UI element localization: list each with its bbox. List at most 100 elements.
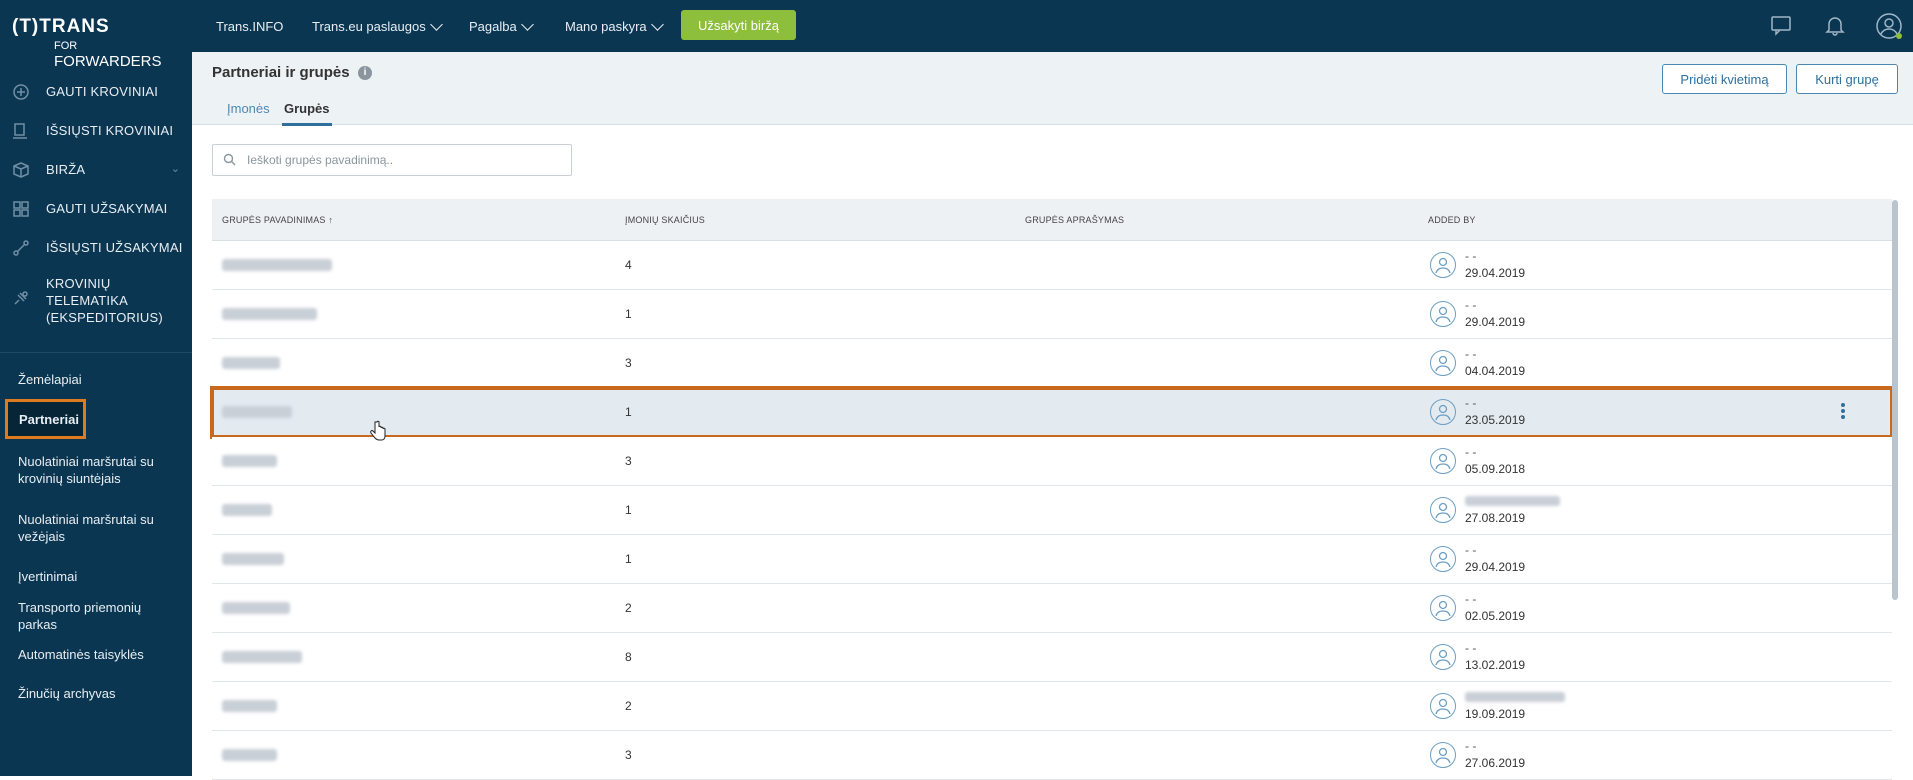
table-row[interactable]: 1 - - 29.04.2019 bbox=[212, 535, 1892, 584]
sidebar-item-zemelapiai[interactable]: Žemėlapiai bbox=[0, 360, 192, 399]
grid-icon bbox=[10, 198, 32, 220]
added-date: 04.04.2019 bbox=[1465, 364, 1526, 378]
top-navigation-bar: Trans.INFO Trans.eu paslaugos Pagalba Ma… bbox=[192, 0, 1913, 52]
group-name-redacted bbox=[222, 651, 302, 663]
added-date: 02.05.2019 bbox=[1465, 609, 1526, 623]
user-account-icon[interactable] bbox=[1875, 12, 1903, 40]
column-header-description[interactable]: GRUPĖS APRAŠYMAS bbox=[1025, 215, 1124, 225]
group-name-redacted bbox=[222, 504, 272, 516]
tab-imones[interactable]: Įmonės bbox=[227, 101, 270, 123]
hand-cursor-icon bbox=[370, 420, 386, 441]
page-header: Partneriai ir grupės i Įmonės Grupės Pri… bbox=[192, 52, 1913, 126]
sidebar-main-nav: GAUTI KROVINIAI IŠSIŲSTI KROVINIAI BIRŽA… bbox=[0, 72, 192, 347]
company-count: 2 bbox=[625, 699, 632, 713]
company-count: 1 bbox=[625, 405, 632, 419]
chevron-down-icon bbox=[650, 17, 664, 31]
tab-grupes[interactable]: Grupės bbox=[282, 101, 332, 126]
company-count: 1 bbox=[625, 307, 632, 321]
added-by-name: - - bbox=[1465, 592, 1477, 606]
company-count: 1 bbox=[625, 552, 632, 566]
column-header-company-count[interactable]: ĮMONIŲ SKAIČIUS bbox=[625, 215, 705, 225]
sidebar-item-label: GAUTI KROVINIAI bbox=[46, 84, 159, 99]
sidebar-item-partneriai[interactable]: Partneriai bbox=[5, 399, 86, 439]
column-header-group-name[interactable]: GRUPĖS PAVADINIMAS ↑ bbox=[222, 215, 333, 225]
create-group-button[interactable]: Kurti grupę bbox=[1796, 64, 1898, 94]
table-row[interactable]: 1 27.08.2019 bbox=[212, 486, 1892, 535]
logo-bottom: FOR FORWARDERS bbox=[54, 36, 182, 70]
sidebar-item-gauti-uzsakymai[interactable]: GAUTI UŽSAKYMAI bbox=[0, 189, 192, 228]
table-row[interactable]: 1 - - 29.04.2019 bbox=[212, 290, 1892, 339]
added-by-name: - - bbox=[1465, 347, 1477, 361]
nav-trans-info[interactable]: Trans.INFO bbox=[216, 0, 283, 52]
chat-icon[interactable] bbox=[1770, 14, 1794, 38]
added-date: 13.02.2019 bbox=[1465, 658, 1526, 672]
chevron-down-icon bbox=[520, 17, 534, 31]
user-avatar-icon bbox=[1430, 595, 1456, 621]
group-name-redacted bbox=[222, 553, 284, 565]
groups-table: GRUPĖS PAVADINIMAS ↑ ĮMONIŲ SKAIČIUS GRU… bbox=[210, 199, 1894, 780]
added-by-name: - - bbox=[1465, 298, 1477, 312]
logo-top: (T)TRANS bbox=[12, 16, 110, 37]
cargo-out-icon bbox=[10, 120, 32, 142]
user-avatar-icon bbox=[1430, 693, 1456, 719]
bell-icon[interactable] bbox=[1824, 14, 1848, 38]
table-row[interactable]: 8 - - 13.02.2019 bbox=[212, 633, 1892, 682]
column-header-added-by[interactable]: ADDED BY bbox=[1428, 215, 1476, 225]
nav-help[interactable]: Pagalba bbox=[469, 0, 534, 52]
sidebar-item-birza[interactable]: BIRŽA ⌄ bbox=[0, 150, 192, 189]
sidebar-item-automatines-taisykles[interactable]: Automatinės taisyklės bbox=[0, 635, 192, 674]
company-count: 3 bbox=[625, 454, 632, 468]
chevron-down-icon: ⌄ bbox=[170, 163, 180, 175]
info-icon[interactable]: i bbox=[358, 66, 372, 80]
row-menu-icon[interactable] bbox=[1840, 402, 1846, 422]
table-row[interactable]: 3 - - 27.06.2019 bbox=[212, 731, 1892, 780]
page-title: Partneriai ir grupės bbox=[212, 64, 350, 81]
added-by-name: - - bbox=[1465, 641, 1477, 655]
added-date: 29.04.2019 bbox=[1465, 560, 1526, 574]
nav-label: Trans.eu paslaugos bbox=[312, 18, 426, 34]
sidebar-item-issiusti-uzsakymai[interactable]: IŠSIŲSTI UŽSAKYMAI bbox=[0, 228, 192, 267]
company-count: 1 bbox=[625, 503, 632, 517]
nav-trans-eu-services[interactable]: Trans.eu paslaugos bbox=[312, 0, 443, 52]
company-count: 4 bbox=[625, 258, 632, 272]
send-orders-icon bbox=[10, 237, 32, 259]
added-by-name: - - bbox=[1465, 396, 1477, 410]
sidebar-item-marsrutai-vezejai[interactable]: Nuolatiniai maršrutai su vežėjais bbox=[0, 499, 192, 557]
table-row[interactable]: 2 - - 02.05.2019 bbox=[212, 584, 1892, 633]
table-row[interactable]: 2 19.09.2019 bbox=[212, 682, 1892, 731]
added-by-name: - - bbox=[1465, 543, 1477, 557]
sidebar-item-telematika[interactable]: KROVINIŲ TELEMATIKA (EKSPEDITORIUS) bbox=[0, 267, 192, 347]
added-by-redacted bbox=[1465, 692, 1565, 702]
logo[interactable]: (T)TRANS FOR FORWARDERS bbox=[12, 16, 182, 70]
added-by-redacted bbox=[1465, 496, 1560, 506]
sidebar-item-issiusti-kroviniai[interactable]: IŠSIŲSTI KROVINIAI bbox=[0, 111, 192, 150]
logo-prefix: FOR bbox=[54, 40, 78, 52]
table-row[interactable]: 3 - - 05.09.2018 bbox=[212, 437, 1892, 486]
table-body: 4 - - 29.04.2019 1 - - 29.04.2019 3 - - 04.04.20… bbox=[210, 241, 1894, 780]
group-name-redacted bbox=[222, 308, 317, 320]
table-row[interactable]: 4 - - 29.04.2019 bbox=[212, 241, 1892, 290]
table-scrollbar[interactable] bbox=[1892, 200, 1898, 600]
user-avatar-icon bbox=[1430, 252, 1456, 278]
added-date: 19.09.2019 bbox=[1465, 707, 1526, 721]
sidebar-item-label: IŠSIŲSTI UŽSAKYMAI bbox=[46, 240, 183, 255]
nav-my-account[interactable]: Mano paskyra bbox=[565, 0, 664, 52]
sidebar-item-transporto-parkas[interactable]: Transporto priemonių parkas bbox=[0, 596, 192, 635]
group-name-redacted bbox=[222, 602, 290, 614]
table-row[interactable]: 3 - - 04.04.2019 bbox=[212, 339, 1892, 388]
search-icon bbox=[223, 153, 236, 166]
sidebar-item-zinuciu-archyvas[interactable]: Žinučių archyvas bbox=[0, 674, 192, 713]
sidebar-item-label: BIRŽA bbox=[46, 162, 86, 177]
add-invitation-button[interactable]: Pridėti kvietimą bbox=[1662, 64, 1787, 94]
order-exchange-button[interactable]: Užsakyti biržą bbox=[681, 10, 796, 40]
company-count: 3 bbox=[625, 748, 632, 762]
added-date: 05.09.2018 bbox=[1465, 462, 1526, 476]
search-input[interactable] bbox=[245, 149, 559, 171]
sidebar-item-marsrutai-siuntejai[interactable]: Nuolatiniai maršrutai su krovinių siuntė… bbox=[0, 441, 192, 499]
sidebar-item-ivertinimai[interactable]: Įvertinimai bbox=[0, 557, 192, 596]
nav-label: Pagalba bbox=[469, 18, 517, 34]
sidebar-item-gauti-kroviniai[interactable]: GAUTI KROVINIAI bbox=[0, 72, 192, 111]
user-avatar-icon bbox=[1430, 350, 1456, 376]
user-avatar-icon bbox=[1430, 742, 1456, 768]
table-row[interactable]: 1 - - 23.05.2019 bbox=[210, 386, 1894, 439]
